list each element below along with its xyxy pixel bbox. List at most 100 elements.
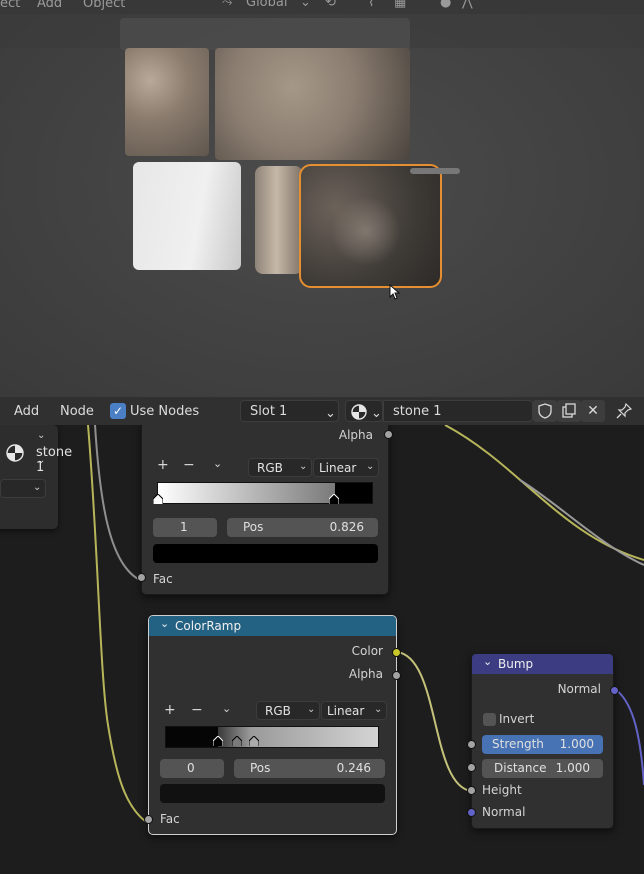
colorramp-node-top[interactable]: Alpha + − ⌄ RGB ⌄ Linear ⌄ 1 Pos 0.826 F… [137, 425, 393, 595]
collapse-chevron-icon[interactable]: ⌄ [160, 617, 169, 630]
node-editor-header: Add Node ✓ Use Nodes Slot 1 ⌄ ⌄ stone 1 … [0, 397, 644, 425]
strength-value: 1.000 [559, 737, 594, 751]
duplicate-material-icon[interactable] [557, 400, 581, 422]
bump-header[interactable]: ⌄ Bump [472, 654, 613, 674]
material-sphere-icon [351, 404, 367, 420]
alpha-output-socket[interactable] [392, 671, 401, 680]
white-tile[interactable] [133, 162, 241, 270]
stop-index-field[interactable]: 1 [153, 518, 217, 537]
material-name-field[interactable]: stone 1 [383, 400, 533, 422]
stone-cylinder[interactable] [255, 166, 303, 274]
fac-input-label: Fac [153, 572, 173, 586]
color-mode-value: RGB [257, 461, 283, 475]
fac-input-socket[interactable] [144, 815, 153, 824]
color-stop-handle[interactable] [249, 736, 259, 746]
invert-checkbox[interactable] [483, 713, 496, 726]
node-title: ColorRamp [175, 619, 242, 633]
material-sphere-icon [6, 444, 24, 462]
menu-select-partial[interactable]: ect [0, 0, 20, 11]
height-input-label: Height [482, 783, 522, 797]
stop-color-swatch[interactable] [160, 784, 385, 803]
interpolation-value: Linear [319, 461, 357, 475]
use-nodes-label: Use Nodes [130, 404, 200, 419]
chevron-down-icon: ⌄ [33, 482, 42, 493]
slot-dropdown[interactable]: Slot 1 ⌄ [240, 400, 339, 422]
mouse-cursor-icon [389, 284, 401, 300]
orientation-icon[interactable]: ⤳ [222, 0, 232, 10]
collapse-chevron-icon[interactable]: ⌄ [483, 655, 492, 668]
snap-grid-icon[interactable]: ▦ [394, 0, 406, 10]
selected-stone-tile[interactable] [299, 164, 442, 288]
material-name: stone 1 [36, 445, 73, 475]
distance-input-socket[interactable] [467, 763, 476, 772]
ramp-menu-chevron-icon[interactable]: ⌄ [222, 702, 231, 715]
pivot-icon[interactable]: ⟲ [325, 0, 336, 10]
pin-icon[interactable] [612, 400, 636, 422]
snap-icon[interactable]: ⌇ [368, 0, 374, 10]
distance-field[interactable]: Distance 1.000 [482, 759, 603, 778]
height-input-socket[interactable] [467, 786, 476, 795]
3d-viewport[interactable]: ect Add Object ⤳ Global ⌄ ⟲ ⌇ ▦ ● ⋀ [0, 0, 644, 397]
stop-index-field[interactable]: 0 [160, 759, 224, 778]
metal-pin [410, 168, 460, 174]
node-editor-canvas[interactable]: ⌄ ⌄ stone 1 ⌄ Alpha + − ⌄ RGB ⌄ Linear ⌄ [0, 425, 644, 874]
color-mode-dropdown[interactable]: RGB ⌄ [248, 458, 312, 477]
invert-label: Invert [499, 712, 535, 726]
falloff-curve-icon[interactable]: ⋀ [462, 0, 473, 10]
chevron-down-icon: ⌄ [307, 704, 316, 715]
material-browse-button[interactable]: ⌄ [345, 400, 383, 422]
color-ramp-gradient[interactable] [165, 726, 379, 748]
orientation-dropdown[interactable]: Global [246, 0, 287, 10]
chevron-down-icon[interactable]: ⌄ [300, 0, 311, 10]
stone-tile-top-left[interactable] [125, 48, 209, 156]
stop-index-value: 1 [180, 520, 188, 534]
colorramp-node[interactable]: ⌄ ColorRamp Color Alpha + − ⌄ RGB ⌄ Line… [144, 615, 401, 835]
strength-input-socket[interactable] [467, 740, 476, 749]
remove-stop-button[interactable]: − [191, 702, 203, 718]
dropdown[interactable]: ⌄ [0, 479, 46, 498]
menu-add[interactable]: Add [14, 404, 39, 419]
stone-tile-top-right[interactable] [215, 48, 410, 160]
alpha-output-socket[interactable] [384, 430, 393, 439]
interpolation-value: Linear [327, 704, 365, 718]
alpha-output-label: Alpha [338, 428, 373, 442]
pos-field[interactable]: Pos 0.826 [227, 518, 378, 537]
unlink-material-close-icon[interactable]: ✕ [581, 400, 605, 422]
ramp-menu-chevron-icon[interactable]: ⌄ [213, 457, 222, 470]
color-stop-handle-active[interactable] [329, 494, 339, 504]
bump-node[interactable]: ⌄ Bump Normal Invert Strength 1.000 Dist… [467, 653, 619, 829]
menu-object[interactable]: Object [83, 0, 125, 11]
menu-node[interactable]: Node [60, 404, 94, 419]
fac-input-socket[interactable] [137, 573, 146, 582]
remove-stop-button[interactable]: − [183, 457, 195, 473]
interpolation-dropdown[interactable]: Linear ⌄ [321, 701, 387, 720]
node-title: Bump [498, 657, 534, 671]
color-output-socket[interactable] [392, 648, 401, 657]
fake-user-shield-icon[interactable] [533, 400, 557, 422]
normal-input-socket[interactable] [467, 808, 476, 817]
chevron-down-icon[interactable]: ⌄ [37, 430, 45, 441]
color-ramp-gradient[interactable] [157, 482, 373, 504]
color-stop-handle[interactable] [153, 494, 163, 504]
add-stop-button[interactable]: + [164, 702, 176, 718]
use-nodes-checkbox[interactable]: ✓ [110, 403, 126, 419]
menu-add[interactable]: Add [37, 0, 62, 11]
proportional-edit-icon[interactable]: ● [440, 0, 451, 10]
fac-input-label: Fac [160, 812, 180, 826]
color-output-label: Color [351, 644, 383, 658]
alpha-output-label: Alpha [348, 667, 383, 681]
stop-color-swatch[interactable] [153, 544, 378, 563]
distance-value: 1.000 [555, 761, 590, 775]
color-stop-handle-active[interactable] [213, 736, 223, 746]
colorramp-header[interactable]: ⌄ ColorRamp [149, 616, 396, 636]
color-stop-handle[interactable] [232, 736, 242, 746]
interpolation-dropdown[interactable]: Linear ⌄ [313, 458, 379, 477]
add-stop-button[interactable]: + [157, 457, 169, 473]
material-name: stone 1 [393, 404, 442, 419]
pos-field[interactable]: Pos 0.246 [234, 759, 385, 778]
normal-output-socket[interactable] [610, 686, 619, 695]
color-mode-dropdown[interactable]: RGB ⌄ [256, 701, 320, 720]
left-properties-panel: ⌄ ⌄ stone 1 ⌄ [0, 425, 72, 529]
strength-field[interactable]: Strength 1.000 [482, 735, 603, 754]
pos-value: 0.826 [329, 520, 364, 534]
